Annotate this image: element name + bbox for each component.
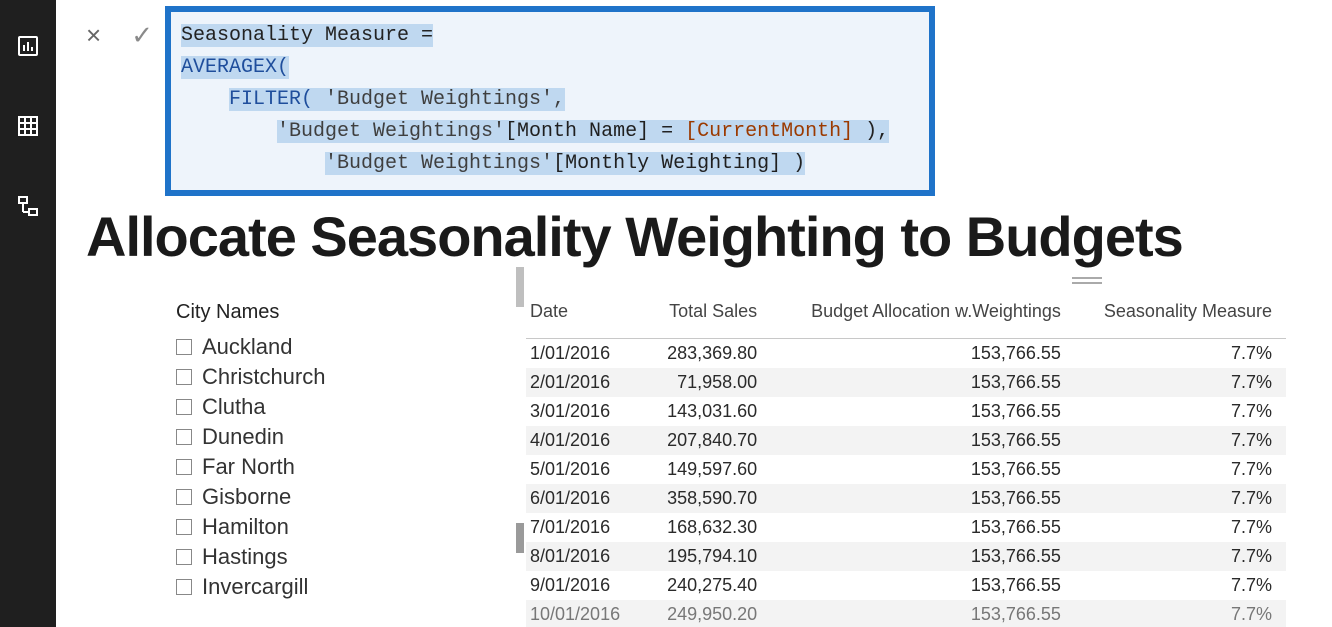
table-cell: 195,794.10 <box>649 542 772 571</box>
slicer-item[interactable]: Dunedin <box>176 424 466 450</box>
table-cell: 6/01/2016 <box>526 484 649 513</box>
table-row[interactable]: 2/01/201671,958.00153,766.557.7% <box>526 368 1286 397</box>
table-cell: 153,766.55 <box>771 542 1075 571</box>
table-cell: 7.7% <box>1075 339 1286 369</box>
slicer-item-label: Invercargill <box>202 574 308 600</box>
checkbox-icon[interactable] <box>176 339 192 355</box>
table-cell: 7.7% <box>1075 542 1286 571</box>
table-cell: 7/01/2016 <box>526 513 649 542</box>
slicer-item-label: Christchurch <box>202 364 325 390</box>
table-row[interactable]: 8/01/2016195,794.10153,766.557.7% <box>526 542 1286 571</box>
table-cell: 1/01/2016 <box>526 339 649 369</box>
checkbox-icon[interactable] <box>176 579 192 595</box>
checkbox-icon[interactable] <box>176 459 192 475</box>
col-budget-alloc[interactable]: Budget Allocation w.Weightings <box>771 293 1075 339</box>
resize-handle-icon[interactable] <box>516 267 524 307</box>
resize-handle-left-icon[interactable] <box>516 523 524 553</box>
checkbox-icon[interactable] <box>176 549 192 565</box>
checkbox-icon[interactable] <box>176 489 192 505</box>
table-cell: 10/01/2016 <box>526 600 649 627</box>
slicer-item-label: Hamilton <box>202 514 289 540</box>
table-row[interactable]: 5/01/2016149,597.60153,766.557.7% <box>526 455 1286 484</box>
left-nav-rail <box>0 0 56 627</box>
table-cell: 153,766.55 <box>771 426 1075 455</box>
table-cell: 153,766.55 <box>771 397 1075 426</box>
slicer-item[interactable]: Hamilton <box>176 514 466 540</box>
table-cell: 149,597.60 <box>649 455 772 484</box>
checkbox-icon[interactable] <box>176 429 192 445</box>
slicer-item-label: Hastings <box>202 544 288 570</box>
city-slicer: City Names Auckland Christchurch Clutha Dun… <box>116 293 466 627</box>
slicer-item[interactable]: Auckland <box>176 334 466 360</box>
slicer-item-label: Far North <box>202 454 295 480</box>
table-cell: 153,766.55 <box>771 339 1075 369</box>
data-table-visual[interactable]: Date Total Sales Budget Allocation w.Wei… <box>526 293 1332 627</box>
slicer-item[interactable]: Clutha <box>176 394 466 420</box>
table-row[interactable]: 4/01/2016207,840.70153,766.557.7% <box>526 426 1286 455</box>
table-cell: 7.7% <box>1075 600 1286 627</box>
table-cell: 7.7% <box>1075 571 1286 600</box>
slicer-title: City Names <box>176 301 466 324</box>
checkbox-icon[interactable] <box>176 369 192 385</box>
grip-handle-icon[interactable] <box>1072 277 1102 287</box>
table-cell: 8/01/2016 <box>526 542 649 571</box>
slicer-item-label: Dunedin <box>202 424 284 450</box>
checkbox-icon[interactable] <box>176 399 192 415</box>
report-view-icon[interactable] <box>8 26 48 66</box>
table-cell: 153,766.55 <box>771 600 1075 627</box>
slicer-item[interactable]: Gisborne <box>176 484 466 510</box>
table-cell: 249,950.20 <box>649 600 772 627</box>
table-cell: 7.7% <box>1075 484 1286 513</box>
model-view-icon[interactable] <box>8 186 48 226</box>
formula-bar: × ✓ Seasonality Measure = AVERAGEX( FILT… <box>56 0 1332 196</box>
col-seasonality[interactable]: Seasonality Measure <box>1075 293 1286 339</box>
table-cell: 7.7% <box>1075 397 1286 426</box>
table-row[interactable]: 6/01/2016358,590.70153,766.557.7% <box>526 484 1286 513</box>
col-total-sales[interactable]: Total Sales <box>649 293 772 339</box>
table-cell: 153,766.55 <box>771 513 1075 542</box>
table-cell: 7.7% <box>1075 455 1286 484</box>
table-cell: 71,958.00 <box>649 368 772 397</box>
table-cell: 2/01/2016 <box>526 368 649 397</box>
table-cell: 7.7% <box>1075 426 1286 455</box>
table-cell: 240,275.40 <box>649 571 772 600</box>
table-cell: 153,766.55 <box>771 368 1075 397</box>
page-title: Allocate Seasonality Weighting to Budget… <box>56 196 1332 293</box>
slicer-item[interactable]: Invercargill <box>176 574 466 600</box>
dax-formula-editor[interactable]: Seasonality Measure = AVERAGEX( FILTER( … <box>165 6 935 196</box>
table-cell: 7.7% <box>1075 368 1286 397</box>
table-row[interactable]: 3/01/2016143,031.60153,766.557.7% <box>526 397 1286 426</box>
commit-formula-button[interactable]: ✓ <box>131 20 153 51</box>
table-cell: 153,766.55 <box>771 455 1075 484</box>
slicer-item[interactable]: Far North <box>176 454 466 480</box>
table-cell: 153,766.55 <box>771 484 1075 513</box>
table-cell: 5/01/2016 <box>526 455 649 484</box>
slicer-item-label: Gisborne <box>202 484 291 510</box>
table-cell: 7.7% <box>1075 513 1286 542</box>
table-cell: 3/01/2016 <box>526 397 649 426</box>
data-view-icon[interactable] <box>8 106 48 146</box>
slicer-item-label: Clutha <box>202 394 266 420</box>
table-row[interactable]: 10/01/2016249,950.20153,766.557.7% <box>526 600 1286 627</box>
table-header-row: Date Total Sales Budget Allocation w.Wei… <box>526 293 1286 339</box>
col-date[interactable]: Date <box>526 293 649 339</box>
table-cell: 207,840.70 <box>649 426 772 455</box>
table-row[interactable]: 9/01/2016240,275.40153,766.557.7% <box>526 571 1286 600</box>
cancel-formula-button[interactable]: × <box>86 20 101 51</box>
table-row[interactable]: 7/01/2016168,632.30153,766.557.7% <box>526 513 1286 542</box>
slicer-item[interactable]: Hastings <box>176 544 466 570</box>
table-cell: 143,031.60 <box>649 397 772 426</box>
slicer-item[interactable]: Christchurch <box>176 364 466 390</box>
main-canvas: × ✓ Seasonality Measure = AVERAGEX( FILT… <box>56 0 1332 627</box>
checkbox-icon[interactable] <box>176 519 192 535</box>
table-cell: 153,766.55 <box>771 571 1075 600</box>
table-cell: 9/01/2016 <box>526 571 649 600</box>
slicer-item-label: Auckland <box>202 334 293 360</box>
table-cell: 4/01/2016 <box>526 426 649 455</box>
table-cell: 283,369.80 <box>649 339 772 369</box>
table-cell: 358,590.70 <box>649 484 772 513</box>
table-row[interactable]: 1/01/2016283,369.80153,766.557.7% <box>526 339 1286 369</box>
table-cell: 168,632.30 <box>649 513 772 542</box>
